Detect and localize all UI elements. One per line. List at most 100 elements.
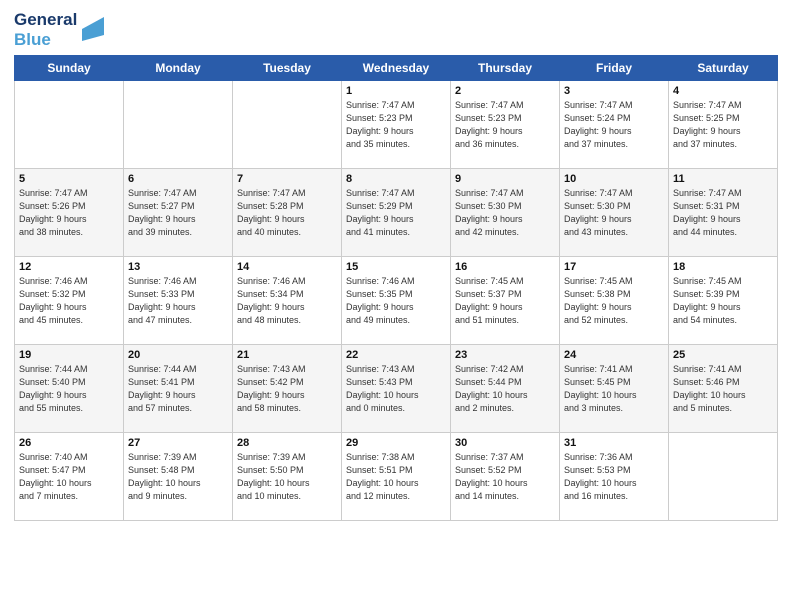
day-info: Sunrise: 7:44 AM Sunset: 5:41 PM Dayligh… — [128, 363, 228, 415]
calendar-cell: 13 Sunrise: 7:46 AM Sunset: 5:33 PM Dayli… — [124, 257, 233, 345]
day-info: Sunrise: 7:46 AM Sunset: 5:34 PM Dayligh… — [237, 275, 337, 327]
day-info: Sunrise: 7:47 AM Sunset: 5:30 PM Dayligh… — [455, 187, 555, 239]
calendar-table: SundayMondayTuesdayWednesdayThursdayFrid… — [14, 55, 778, 521]
day-number: 12 — [19, 261, 119, 273]
day-info: Sunrise: 7:37 AM Sunset: 5:52 PM Dayligh… — [455, 451, 555, 503]
calendar-cell — [124, 81, 233, 169]
day-number: 6 — [128, 173, 228, 185]
calendar-cell: 6 Sunrise: 7:47 AM Sunset: 5:27 PM Daylig… — [124, 169, 233, 257]
calendar-week-4: 19Sunrise: 7:44 AM Sunset: 5:40 PM Dayli… — [15, 345, 778, 433]
day-number: 10 — [564, 173, 664, 185]
day-number: 4 — [673, 85, 773, 97]
calendar-week-3: 12 Sunrise: 7:46 AM Sunset: 5:32 PM Dayli… — [15, 257, 778, 345]
day-number: 28 — [237, 437, 337, 449]
calendar-cell: 18Sunrise: 7:45 AM Sunset: 5:39 PM Dayli… — [669, 257, 778, 345]
day-info: Sunrise: 7:46 AM Sunset: 5:32 PM Dayligh… — [19, 275, 119, 327]
day-info: Sunrise: 7:38 AM Sunset: 5:51 PM Dayligh… — [346, 451, 446, 503]
calendar-cell: 5 Sunrise: 7:47 AM Sunset: 5:26 PM Daylig… — [15, 169, 124, 257]
calendar-cell: 11 Sunrise: 7:47 AM Sunset: 5:31 PM Dayli… — [669, 169, 778, 257]
calendar-cell — [669, 433, 778, 521]
calendar-cell: 14 Sunrise: 7:46 AM Sunset: 5:34 PM Dayli… — [233, 257, 342, 345]
calendar-cell: 30 Sunrise: 7:37 AM Sunset: 5:52 PM Dayli… — [451, 433, 560, 521]
calendar-cell: 12 Sunrise: 7:46 AM Sunset: 5:32 PM Dayli… — [15, 257, 124, 345]
calendar-cell: 28 Sunrise: 7:39 AM Sunset: 5:50 PM Dayli… — [233, 433, 342, 521]
day-number: 3 — [564, 85, 664, 97]
day-info: Sunrise: 7:47 AM Sunset: 5:26 PM Dayligh… — [19, 187, 119, 239]
day-info: Sunrise: 7:46 AM Sunset: 5:33 PM Dayligh… — [128, 275, 228, 327]
day-header-friday: Friday — [560, 56, 669, 81]
day-info: Sunrise: 7:47 AM Sunset: 5:28 PM Dayligh… — [237, 187, 337, 239]
calendar-cell: 24Sunrise: 7:41 AM Sunset: 5:45 PM Dayli… — [560, 345, 669, 433]
calendar-cell — [233, 81, 342, 169]
day-number: 21 — [237, 349, 337, 361]
calendar-cell: 15Sunrise: 7:46 AM Sunset: 5:35 PM Dayli… — [342, 257, 451, 345]
calendar-cell: 2Sunrise: 7:47 AM Sunset: 5:23 PM Daylig… — [451, 81, 560, 169]
day-number: 22 — [346, 349, 446, 361]
day-number: 27 — [128, 437, 228, 449]
calendar-cell: 7 Sunrise: 7:47 AM Sunset: 5:28 PM Daylig… — [233, 169, 342, 257]
day-number: 29 — [346, 437, 446, 449]
day-number: 25 — [673, 349, 773, 361]
day-info: Sunrise: 7:43 AM Sunset: 5:43 PM Dayligh… — [346, 363, 446, 415]
day-number: 15 — [346, 261, 446, 273]
day-number: 30 — [455, 437, 555, 449]
calendar-cell: 1 Sunrise: 7:47 AM Sunset: 5:23 PM Daylig… — [342, 81, 451, 169]
day-info: Sunrise: 7:43 AM Sunset: 5:42 PM Dayligh… — [237, 363, 337, 415]
day-number: 1 — [346, 85, 446, 97]
day-info: Sunrise: 7:47 AM Sunset: 5:25 PM Dayligh… — [673, 99, 773, 151]
calendar-cell: 29 Sunrise: 7:38 AM Sunset: 5:51 PM Dayli… — [342, 433, 451, 521]
calendar-cell: 27Sunrise: 7:39 AM Sunset: 5:48 PM Dayli… — [124, 433, 233, 521]
logo-icon — [82, 11, 104, 41]
calendar-cell: 25 Sunrise: 7:41 AM Sunset: 5:46 PM Dayli… — [669, 345, 778, 433]
calendar-cell: 16Sunrise: 7:45 AM Sunset: 5:37 PM Dayli… — [451, 257, 560, 345]
day-info: Sunrise: 7:39 AM Sunset: 5:50 PM Dayligh… — [237, 451, 337, 503]
calendar-header-row: SundayMondayTuesdayWednesdayThursdayFrid… — [15, 56, 778, 81]
day-info: Sunrise: 7:41 AM Sunset: 5:45 PM Dayligh… — [564, 363, 664, 415]
day-header-wednesday: Wednesday — [342, 56, 451, 81]
day-number: 11 — [673, 173, 773, 185]
day-info: Sunrise: 7:41 AM Sunset: 5:46 PM Dayligh… — [673, 363, 773, 415]
calendar-cell: 22 Sunrise: 7:43 AM Sunset: 5:43 PM Dayli… — [342, 345, 451, 433]
day-info: Sunrise: 7:47 AM Sunset: 5:31 PM Dayligh… — [673, 187, 773, 239]
day-number: 14 — [237, 261, 337, 273]
calendar-cell: 10 Sunrise: 7:47 AM Sunset: 5:30 PM Dayli… — [560, 169, 669, 257]
day-number: 23 — [455, 349, 555, 361]
day-info: Sunrise: 7:40 AM Sunset: 5:47 PM Dayligh… — [19, 451, 119, 503]
calendar-cell: 23 Sunrise: 7:42 AM Sunset: 5:44 PM Dayli… — [451, 345, 560, 433]
calendar-cell — [15, 81, 124, 169]
calendar-cell: 9Sunrise: 7:47 AM Sunset: 5:30 PM Daylig… — [451, 169, 560, 257]
day-info: Sunrise: 7:47 AM Sunset: 5:23 PM Dayligh… — [346, 99, 446, 151]
day-header-thursday: Thursday — [451, 56, 560, 81]
day-header-monday: Monday — [124, 56, 233, 81]
day-number: 2 — [455, 85, 555, 97]
day-info: Sunrise: 7:47 AM Sunset: 5:27 PM Dayligh… — [128, 187, 228, 239]
calendar-cell: 17Sunrise: 7:45 AM Sunset: 5:38 PM Dayli… — [560, 257, 669, 345]
day-info: Sunrise: 7:42 AM Sunset: 5:44 PM Dayligh… — [455, 363, 555, 415]
calendar-cell: 21 Sunrise: 7:43 AM Sunset: 5:42 PM Dayli… — [233, 345, 342, 433]
calendar-cell: 26 Sunrise: 7:40 AM Sunset: 5:47 PM Dayli… — [15, 433, 124, 521]
calendar-week-1: 1 Sunrise: 7:47 AM Sunset: 5:23 PM Daylig… — [15, 81, 778, 169]
calendar-cell: 19Sunrise: 7:44 AM Sunset: 5:40 PM Dayli… — [15, 345, 124, 433]
calendar-week-2: 5 Sunrise: 7:47 AM Sunset: 5:26 PM Daylig… — [15, 169, 778, 257]
day-info: Sunrise: 7:47 AM Sunset: 5:24 PM Dayligh… — [564, 99, 664, 151]
calendar-cell: 4 Sunrise: 7:47 AM Sunset: 5:25 PM Daylig… — [669, 81, 778, 169]
day-number: 8 — [346, 173, 446, 185]
page: GeneralBlue SundayMondayTuesdayWednesday… — [0, 0, 792, 612]
day-number: 5 — [19, 173, 119, 185]
day-info: Sunrise: 7:36 AM Sunset: 5:53 PM Dayligh… — [564, 451, 664, 503]
calendar-cell: 20Sunrise: 7:44 AM Sunset: 5:41 PM Dayli… — [124, 345, 233, 433]
day-info: Sunrise: 7:47 AM Sunset: 5:30 PM Dayligh… — [564, 187, 664, 239]
day-number: 7 — [237, 173, 337, 185]
calendar-week-5: 26 Sunrise: 7:40 AM Sunset: 5:47 PM Dayli… — [15, 433, 778, 521]
header: GeneralBlue — [14, 10, 778, 49]
calendar-cell: 31 Sunrise: 7:36 AM Sunset: 5:53 PM Dayli… — [560, 433, 669, 521]
day-info: Sunrise: 7:45 AM Sunset: 5:37 PM Dayligh… — [455, 275, 555, 327]
calendar-cell: 8Sunrise: 7:47 AM Sunset: 5:29 PM Daylig… — [342, 169, 451, 257]
day-number: 31 — [564, 437, 664, 449]
day-header-saturday: Saturday — [669, 56, 778, 81]
day-number: 13 — [128, 261, 228, 273]
day-header-tuesday: Tuesday — [233, 56, 342, 81]
day-number: 26 — [19, 437, 119, 449]
logo-text: GeneralBlue — [14, 10, 77, 49]
day-number: 19 — [19, 349, 119, 361]
